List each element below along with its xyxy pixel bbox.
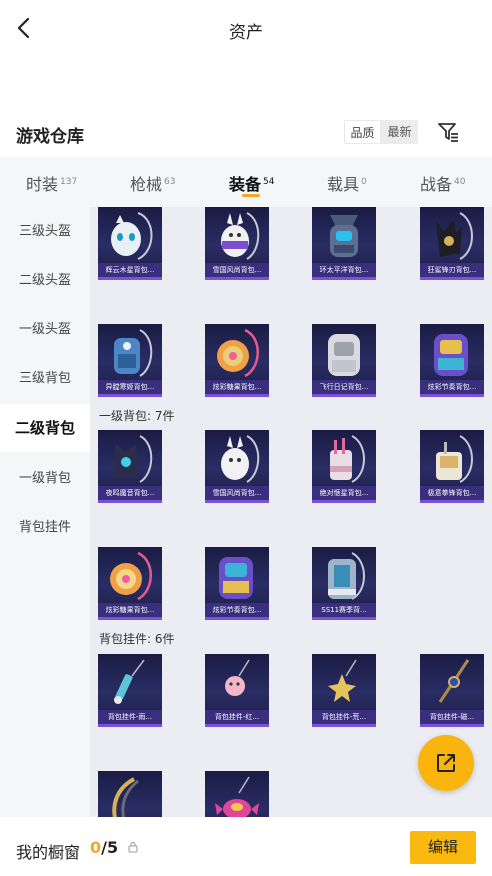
item-card[interactable]: 背包挂件-磁... [420, 654, 484, 727]
sidebar-item-level3-helmet[interactable]: 三级头盔 [0, 208, 90, 256]
category-tabs: 时装 137 枪械 63 装备 54 载具 0 战备 40 [0, 157, 492, 207]
backpack-image [436, 435, 473, 483]
item-card[interactable]: 背包挂件-荒... [312, 654, 376, 727]
item-card[interactable]: 雪国风尚背包... [205, 207, 269, 280]
sidebar: 三级头盔 二级头盔 一级头盔 三级背包 二级背包 一级背包 背包挂件 [0, 207, 90, 817]
lock-icon [128, 842, 138, 853]
tab-vehicles[interactable]: 载具 0 [327, 171, 367, 195]
backpack-image [328, 552, 365, 600]
item-name: 背包挂件-磁... [420, 710, 484, 724]
backpack-image [217, 328, 259, 378]
backpack-image [436, 212, 473, 260]
backpack-image [114, 329, 153, 377]
section-label-level1-backpack: 一级背包: 7件 [99, 409, 175, 423]
warehouse-title: 游戏仓库 [16, 127, 84, 147]
backpack-image [221, 212, 260, 260]
sidebar-item-level1-helmet[interactable]: 一级头盔 [0, 306, 90, 354]
item-name: 绝对惬星背包... [312, 486, 376, 500]
item-card[interactable]: 炫彩节奏背包... [205, 547, 269, 620]
sort-toggle: 品质 最新 [344, 120, 418, 144]
item-card[interactable] [98, 771, 162, 817]
sidebar-item-level2-helmet[interactable]: 二级头盔 [0, 257, 90, 305]
charm-image [112, 777, 139, 817]
backpack-image [110, 551, 152, 601]
section-label-backpack-charm: 背包挂件: 6件 [99, 632, 175, 646]
charm-image [328, 659, 357, 702]
backpack-image [111, 212, 153, 260]
item-name: 雪国风尚背包... [205, 486, 269, 500]
item-card[interactable]: 环太平洋背包... [312, 207, 376, 280]
backpack-image [114, 435, 153, 483]
item-card[interactable]: 绝对惬星背包... [312, 430, 376, 503]
bottom-bar: 我的橱窗 0/5 编辑 [0, 817, 492, 876]
item-name: 炫彩节奏背包... [205, 603, 269, 617]
item-card[interactable]: 背包挂件-红... [205, 654, 269, 727]
showcase-count: 0/5 [90, 838, 119, 857]
item-card[interactable]: 雪国风尚背包... [205, 430, 269, 503]
item-card[interactable]: SS11赛季背... [312, 547, 376, 620]
sort-quality-button[interactable]: 品质 [344, 120, 381, 144]
active-tab-indicator [242, 194, 260, 197]
tab-firearms[interactable]: 枪械 63 [130, 171, 175, 195]
item-name: 背包挂件-红... [205, 710, 269, 724]
item-card[interactable]: 极意拳锋背包... [420, 430, 484, 503]
share-button[interactable] [418, 735, 474, 791]
my-showcase-label: 我的橱窗 [16, 843, 81, 862]
item-name: 狂鲨锋刃背包... [420, 263, 484, 277]
backpack-image [330, 215, 358, 257]
item-card[interactable]: 炫彩糖果背包... [205, 324, 269, 397]
charm-image [215, 776, 259, 817]
item-name: 飞行日记背包... [312, 380, 376, 394]
backpack-image [221, 435, 260, 483]
item-name: 夜鸣魔音背包... [98, 486, 162, 500]
item-name: SS11赛季背... [312, 603, 376, 617]
item-card[interactable]: 炫彩节奏背包... [420, 324, 484, 397]
top-bar: 资产 [0, 0, 492, 58]
item-name: 炫彩节奏背包... [420, 380, 484, 394]
tab-fashion[interactable]: 时装 137 [26, 171, 77, 195]
backpack-image [330, 435, 365, 483]
item-name: 背包挂件-雨... [98, 710, 162, 724]
charm-image [438, 659, 470, 703]
item-card[interactable]: 异膛寒姬背包... [98, 324, 162, 397]
item-name: 背包挂件-荒... [312, 710, 376, 724]
backpack-image [434, 334, 468, 376]
charm-image [225, 659, 250, 696]
item-card[interactable]: 炫彩糖果背包... [98, 547, 162, 620]
tab-supplies[interactable]: 战备 40 [420, 171, 465, 195]
page-title: 资产 [229, 23, 263, 43]
sidebar-item-level1-backpack[interactable]: 一级背包 [0, 455, 90, 503]
assets-screen: 资产 游戏仓库 品质 最新 时装 137 枪械 63 装备 54 载具 0 战备 40 三… [0, 0, 492, 876]
item-card[interactable]: 狂鲨锋刃背包... [420, 207, 484, 280]
item-card[interactable]: 飞行日记背包... [312, 324, 376, 397]
charm-image [114, 659, 145, 704]
edit-button[interactable]: 编辑 [410, 831, 476, 864]
share-icon [437, 754, 455, 772]
item-grid: 辉云木星背包... 雪国风尚背包... 环太平洋背包... 狂鲨锋刃背包... … [90, 207, 492, 817]
filter-icon[interactable] [436, 120, 460, 144]
tab-equipment[interactable]: 装备 54 [229, 171, 274, 195]
item-name: 环太平洋背包... [312, 263, 376, 277]
item-card[interactable]: 夜鸣魔音背包... [98, 430, 162, 503]
item-name: 炫彩糖果背包... [98, 603, 162, 617]
item-name: 极意拳锋背包... [420, 486, 484, 500]
sidebar-item-level2-backpack[interactable]: 二级背包 [0, 404, 90, 452]
backpack-image [219, 557, 253, 599]
item-card[interactable]: 背包挂件-雨... [98, 654, 162, 727]
item-name: 辉云木星背包... [98, 263, 162, 277]
sidebar-item-level3-backpack[interactable]: 三级背包 [0, 355, 90, 403]
item-card[interactable] [205, 771, 269, 817]
item-name: 异膛寒姬背包... [98, 380, 162, 394]
sidebar-item-backpack-charm[interactable]: 背包挂件 [0, 504, 90, 552]
backpack-image [328, 334, 360, 376]
sort-newest-button[interactable]: 最新 [381, 120, 418, 144]
item-name: 雪国风尚背包... [205, 263, 269, 277]
item-name: 炫彩糖果背包... [205, 380, 269, 394]
item-card[interactable]: 辉云木星背包... [98, 207, 162, 280]
